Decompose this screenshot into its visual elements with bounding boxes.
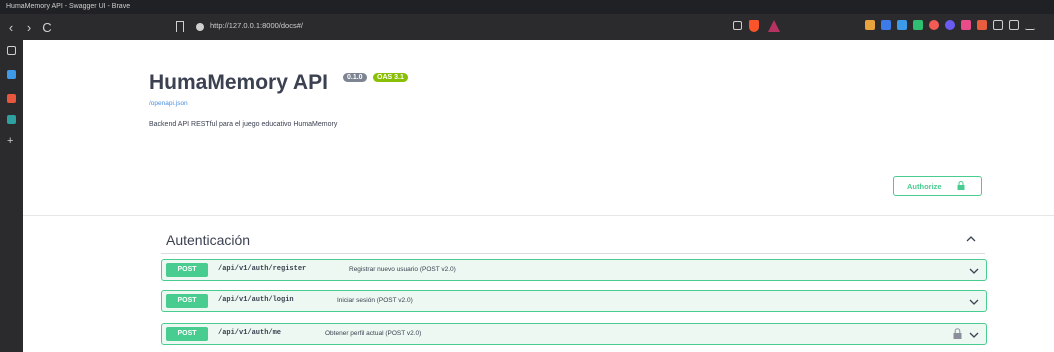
leo-ai-icon[interactable] — [7, 115, 16, 124]
extensions-bar — [865, 20, 1035, 30]
operation-row[interactable]: POST /api/v1/auth/me Obtener perfil actu… — [161, 323, 987, 345]
method-badge: POST — [166, 294, 208, 308]
operation-summary: Obtener perfil actual (POST v2.0) — [325, 330, 422, 337]
sidebar-panel-icon[interactable] — [7, 46, 16, 55]
operation-path: /api/v1/auth/login — [218, 296, 294, 304]
download-icon[interactable] — [1025, 20, 1035, 30]
operation-summary: Iniciar sesión (POST v2.0) — [337, 297, 413, 304]
brave-shields-icon[interactable] — [749, 20, 759, 32]
extension-icon[interactable] — [881, 20, 891, 30]
sidebar-toggle-icon[interactable] — [1009, 20, 1019, 30]
bookmark-icon[interactable] — [176, 21, 184, 32]
extension-icon[interactable] — [977, 20, 987, 30]
swagger-page: HumaMemory API 0.1.0 OAS 3.1 /openapi.js… — [23, 40, 1054, 352]
add-icon[interactable]: + — [7, 136, 16, 147]
method-badge: POST — [166, 327, 208, 341]
reload-button[interactable]: C — [40, 20, 54, 35]
tag-section-header[interactable]: Autenticación — [161, 226, 985, 254]
chevron-down-icon[interactable] — [968, 265, 980, 277]
site-info-icon[interactable] — [196, 23, 204, 31]
extension-grid-icon[interactable] — [865, 20, 875, 30]
share-icon[interactable] — [733, 21, 742, 30]
api-title: HumaMemory API — [149, 71, 328, 94]
extension-icon[interactable] — [897, 20, 907, 30]
version-badge: 0.1.0 — [343, 73, 367, 82]
openapi-json-link[interactable]: /openapi.json — [149, 100, 188, 107]
bookmarks-icon[interactable] — [7, 70, 16, 79]
chevron-up-icon[interactable] — [965, 233, 977, 245]
authorize-button[interactable]: Authorize — [893, 176, 982, 196]
url-text[interactable]: http://127.0.0.1:8000/docs#/ — [210, 21, 303, 30]
operation-row[interactable]: POST /api/v1/auth/login Iniciar sesión (… — [161, 290, 987, 312]
operation-summary: Registrar nuevo usuario (POST v2.0) — [349, 266, 456, 273]
extension-icon[interactable] — [913, 20, 923, 30]
operation-path: /api/v1/auth/me — [218, 329, 282, 337]
api-description: Backend API RESTful para el juego educat… — [149, 121, 338, 128]
extension-icon[interactable] — [929, 20, 939, 30]
window-title: HumaMemory API - Swagger UI - Brave — [0, 0, 1054, 14]
operation-row[interactable]: POST /api/v1/auth/register Registrar nue… — [161, 259, 987, 281]
operation-path: /api/v1/auth/register — [218, 265, 307, 273]
extension-icon[interactable] — [961, 20, 971, 30]
method-badge: POST — [166, 263, 208, 277]
lock-icon — [957, 181, 965, 190]
authorize-label: Authorize — [907, 182, 942, 191]
oas-badge: OAS 3.1 — [373, 73, 408, 82]
lock-icon[interactable] — [953, 328, 962, 339]
back-button[interactable]: ‹ — [4, 20, 18, 35]
api-info: HumaMemory API 0.1.0 OAS 3.1 /openapi.js… — [23, 40, 1054, 216]
chevron-down-icon[interactable] — [968, 296, 980, 308]
chevron-down-icon[interactable] — [968, 329, 980, 341]
browser-sidebar: + — [0, 40, 23, 352]
extension-icon[interactable] — [945, 20, 955, 30]
forward-button[interactable]: › — [22, 20, 36, 35]
reading-list-icon[interactable] — [7, 94, 16, 103]
address-bar[interactable]: http://127.0.0.1:8000/docs#/ — [196, 19, 936, 35]
extensions-puzzle-icon[interactable] — [993, 20, 1003, 30]
tag-title: Autenticación — [166, 232, 251, 248]
brave-rewards-icon[interactable] — [768, 20, 780, 32]
